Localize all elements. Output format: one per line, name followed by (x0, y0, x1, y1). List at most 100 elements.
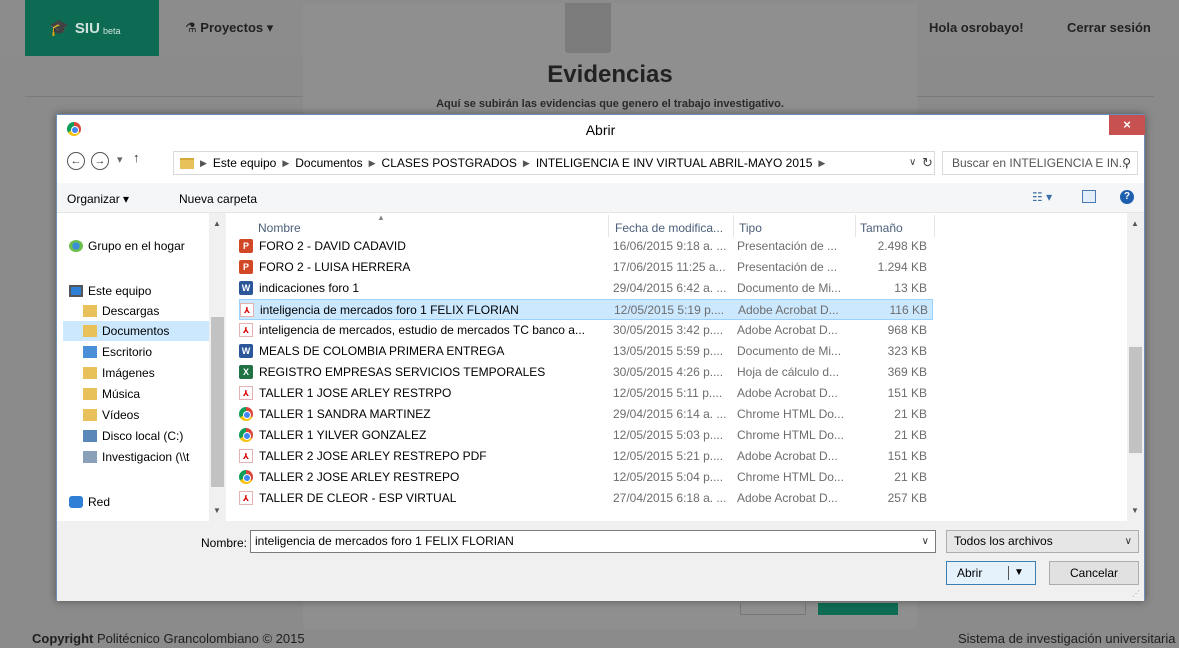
file-type: Chrome HTML Do... (737, 470, 844, 484)
nav-projects[interactable]: ⚗ Proyectos ▾ (185, 20, 273, 36)
breadcrumb-item[interactable]: Documentos (295, 156, 362, 170)
file-size: 151 KB (887, 386, 927, 400)
doc-file-icon: W (239, 281, 253, 295)
file-row[interactable]: ⅄ inteligencia de mercados foro 1 FELIX F… (239, 299, 933, 320)
close-button[interactable]: × (1109, 115, 1145, 135)
column-header-date[interactable]: Fecha de modifica... (615, 221, 723, 235)
file-row[interactable]: ⅄ TALLER 2 JOSE ARLEY RESTREPO PDF 12/05/2… (239, 446, 933, 467)
file-row[interactable]: TALLER 1 YILVER GONZALEZ 12/05/2015 5:03 … (239, 425, 933, 446)
cancel-button[interactable]: Cancelar (1049, 561, 1139, 585)
file-row[interactable]: Windicaciones foro 1 29/04/2015 6:42 a. .… (239, 278, 933, 299)
brand-logo[interactable]: 🎓 SIU beta (25, 0, 159, 56)
column-divider[interactable] (733, 215, 734, 237)
downloads-folder-icon (83, 305, 97, 317)
nav-pane-scrollbar[interactable]: ▲ ▼ (209, 213, 226, 521)
sort-ascending-icon: ▲ (377, 213, 385, 222)
open-button[interactable]: Abrir ▼ (946, 561, 1036, 585)
search-input[interactable]: Buscar en INTELIGENCIA E IN... ⚲ (942, 151, 1138, 175)
back-button[interactable]: ← (67, 152, 85, 170)
help-icon[interactable]: ? (1120, 190, 1134, 204)
modal-secondary-button[interactable] (740, 603, 806, 615)
nav-item-network[interactable]: Red (69, 492, 110, 512)
file-date: 13/05/2015 5:59 p.... (613, 344, 724, 358)
forward-button[interactable]: → (91, 152, 109, 170)
nav-item-documents[interactable]: Documentos (63, 321, 209, 341)
file-date: 27/04/2015 6:18 a. ... (613, 491, 727, 505)
file-row[interactable]: TALLER 2 JOSE ARLEY RESTREPO 12/05/2015 5… (239, 467, 933, 488)
file-type: Adobe Acrobat D... (737, 386, 838, 400)
scroll-down-icon[interactable]: ▼ (213, 506, 221, 515)
resize-grip-icon[interactable]: ⋰ (1132, 589, 1140, 598)
nav-item-music[interactable]: Música (83, 384, 140, 404)
file-type: Documento de Mi... (737, 344, 842, 358)
greeting: Hola osrobayo! (929, 20, 1024, 35)
chevron-down-icon[interactable]: ∨ (922, 531, 929, 552)
file-size: 2.498 KB (877, 239, 927, 253)
view-options-icon[interactable]: ☷ ▾ (1032, 190, 1052, 204)
breadcrumb-item[interactable]: Este equipo (213, 156, 276, 170)
file-size: 13 KB (894, 281, 927, 295)
file-row[interactable]: ⅄ TALLER 1 JOSE ARLEY RESTRPO 12/05/2015 5… (239, 383, 933, 404)
file-row[interactable]: TALLER 1 SANDRA MARTINEZ 29/04/2015 6:14 … (239, 404, 933, 425)
footer-copyright-label: Copyright (32, 631, 94, 646)
nav-item-desktop[interactable]: Escritorio (83, 342, 152, 362)
recent-locations-icon[interactable]: ▾ (117, 153, 123, 166)
nav-item-pictures[interactable]: Imágenes (83, 363, 155, 383)
pdf-file-icon: ⅄ (239, 386, 253, 400)
file-size: 21 KB (894, 428, 927, 442)
organize-menu[interactable]: Organizar ▾ (67, 192, 129, 206)
file-type-select[interactable]: Todos los archivos ∨ (946, 530, 1139, 553)
nav-item-homegroup[interactable]: Grupo en el hogar (69, 236, 185, 256)
column-header-type[interactable]: Tipo (739, 221, 762, 235)
computer-icon (69, 285, 83, 297)
nav-item-local-disk[interactable]: Disco local (C:) (83, 426, 183, 446)
file-row[interactable]: P FORO 2 - LUISA HERRERA 17/06/2015 11:25 … (239, 257, 933, 278)
preview-pane-icon[interactable] (1082, 190, 1096, 203)
column-divider[interactable] (608, 215, 609, 237)
file-row[interactable]: ⅄ inteligencia de mercados, estudio de me… (239, 320, 933, 341)
column-header-size[interactable]: Tamaño (860, 221, 903, 235)
logout-link[interactable]: Cerrar sesión (1067, 20, 1151, 35)
file-list-scrollbar[interactable]: ▲ ▼ (1127, 213, 1144, 521)
dialog-titlebar[interactable]: Abrir × (57, 115, 1145, 143)
column-divider[interactable] (855, 215, 856, 237)
file-name: TALLER 2 JOSE ARLEY RESTREPO (259, 470, 460, 484)
nav-item-label: Escritorio (102, 345, 153, 359)
folder-icon (180, 157, 194, 169)
scrollbar-thumb[interactable] (1129, 347, 1142, 453)
new-folder-button[interactable]: Nueva carpeta (179, 192, 257, 206)
column-divider[interactable] (934, 215, 935, 237)
scroll-up-icon[interactable]: ▲ (1131, 219, 1139, 228)
column-header-name[interactable]: Nombre (258, 221, 301, 235)
modal-title: Evidencias (547, 61, 673, 88)
address-bar[interactable]: ▶ Este equipo ▶ Documentos ▶ CLASES POST… (173, 151, 935, 175)
file-size: 21 KB (894, 407, 927, 421)
file-date: 12/05/2015 5:04 p.... (613, 470, 724, 484)
address-dropdown-icon[interactable]: ∨ (909, 157, 916, 168)
file-type: Hoja de cálculo d... (737, 365, 840, 379)
chevron-right-icon: ▶ (282, 157, 290, 168)
file-size: 1.294 KB (877, 260, 927, 274)
open-options-dropdown-icon[interactable]: ▼ (1014, 562, 1024, 584)
filename-input[interactable]: inteligencia de mercados foro 1 FELIX FL… (250, 530, 936, 553)
scroll-down-icon[interactable]: ▼ (1131, 506, 1139, 515)
address-row: ← → ▾ ↑ ▶ Este equipo ▶ Documentos ▶ CLA… (57, 143, 1144, 183)
file-row[interactable]: W MEALS DE COLOMBIA PRIMERA ENTREGA 13/05/… (239, 341, 933, 362)
breadcrumb-item[interactable]: CLASES POSTGRADOS (382, 156, 517, 170)
nav-item-network-drive[interactable]: Investigacion (\\t (83, 447, 189, 467)
scroll-up-icon[interactable]: ▲ (213, 219, 221, 228)
homegroup-icon (69, 240, 83, 252)
modal-primary-button[interactable] (818, 603, 898, 615)
nav-item-downloads[interactable]: Descargas (83, 301, 159, 321)
up-button[interactable]: ↑ (133, 150, 140, 165)
nav-item-videos[interactable]: Vídeos (83, 405, 139, 425)
file-row[interactable]: ⅄ TALLER DE CLEOR - ESP VIRTUAL 27/04/2015… (239, 488, 933, 509)
breadcrumb-item[interactable]: INTELIGENCIA E INV VIRTUAL ABRIL-MAYO 20… (536, 156, 813, 170)
file-row[interactable]: P FORO 2 - DAVID CADAVID 16/06/2015 9:18 a… (239, 236, 933, 257)
file-date: 12/05/2015 5:21 p.... (613, 449, 724, 463)
refresh-icon[interactable]: ↻ (922, 155, 933, 171)
file-row[interactable]: X REGISTRO EMPRESAS SERVICIOS TEMPORALES 3… (239, 362, 933, 383)
scrollbar-thumb[interactable] (211, 317, 224, 487)
navigation-pane: Grupo en el hogar Este equipo Descargas … (57, 213, 226, 521)
nav-item-this-pc[interactable]: Este equipo (69, 281, 151, 301)
